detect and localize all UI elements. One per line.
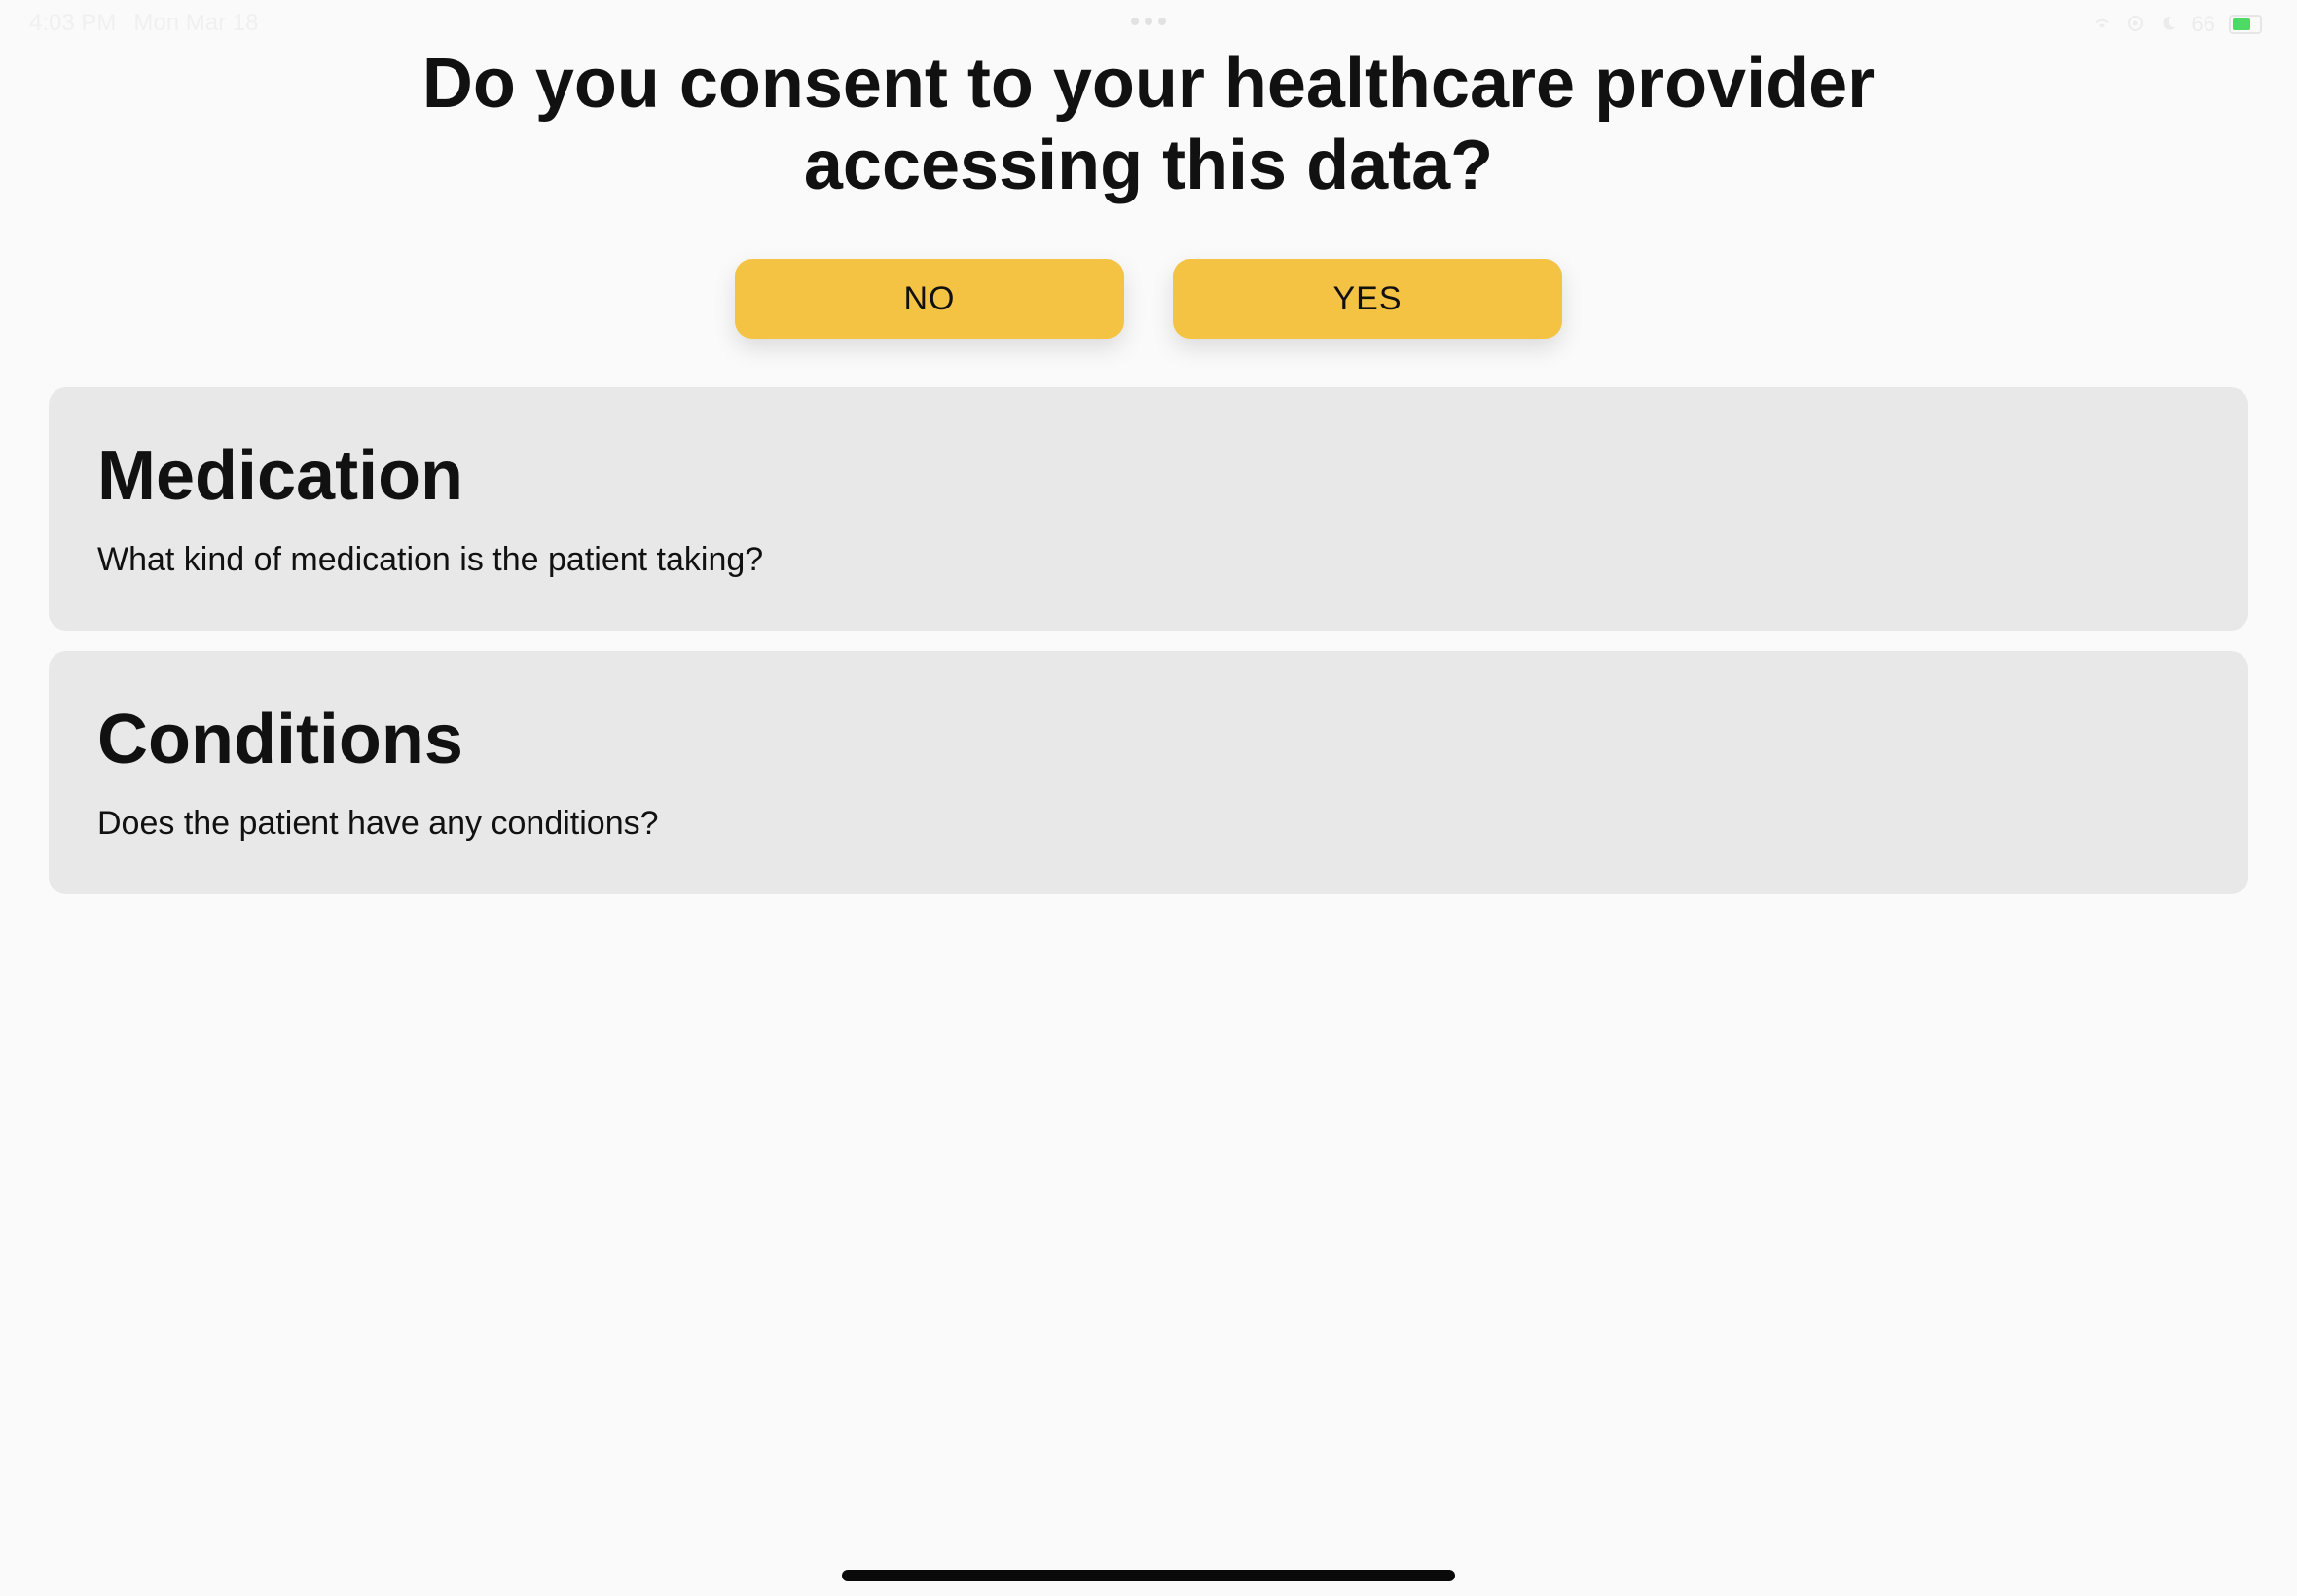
status-time: 4:03 PM bbox=[29, 10, 117, 36]
status-date: Mon Mar 18 bbox=[133, 10, 259, 36]
multitask-dot bbox=[1145, 18, 1152, 25]
no-button[interactable]: NO bbox=[735, 259, 1124, 339]
yes-button[interactable]: YES bbox=[1173, 259, 1562, 339]
status-left: 4:03 PM Mon Mar 18 bbox=[29, 10, 258, 37]
consent-question: Do you consent to your healthcare provid… bbox=[421, 45, 1876, 204]
location-icon bbox=[2126, 15, 2145, 34]
card-description: Does the patient have any conditions? bbox=[97, 805, 659, 842]
battery-percent: 66 bbox=[2191, 12, 2215, 36]
multitask-dot bbox=[1158, 18, 1166, 25]
battery-icon bbox=[2229, 15, 2262, 34]
card-title: Medication bbox=[97, 437, 464, 515]
wifi-icon bbox=[2093, 15, 2112, 34]
consent-screen: 4:03 PM Mon Mar 18 66 Do you consent to … bbox=[0, 0, 2297, 1596]
medication-card[interactable]: Medication What kind of medication is th… bbox=[49, 387, 2248, 631]
status-bar: 4:03 PM Mon Mar 18 66 bbox=[0, 0, 2297, 47]
consent-button-row: NO YES bbox=[0, 259, 2297, 339]
card-description: What kind of medication is the patient t… bbox=[97, 541, 764, 578]
multitask-dot bbox=[1131, 18, 1139, 25]
battery-level bbox=[2233, 18, 2250, 30]
conditions-card[interactable]: Conditions Does the patient have any con… bbox=[49, 651, 2248, 894]
moon-icon bbox=[2159, 15, 2178, 34]
home-indicator[interactable] bbox=[842, 1570, 1455, 1581]
status-right: 66 bbox=[2093, 12, 2262, 37]
multitasking-handle[interactable] bbox=[1131, 18, 1166, 25]
card-title: Conditions bbox=[97, 701, 463, 779]
